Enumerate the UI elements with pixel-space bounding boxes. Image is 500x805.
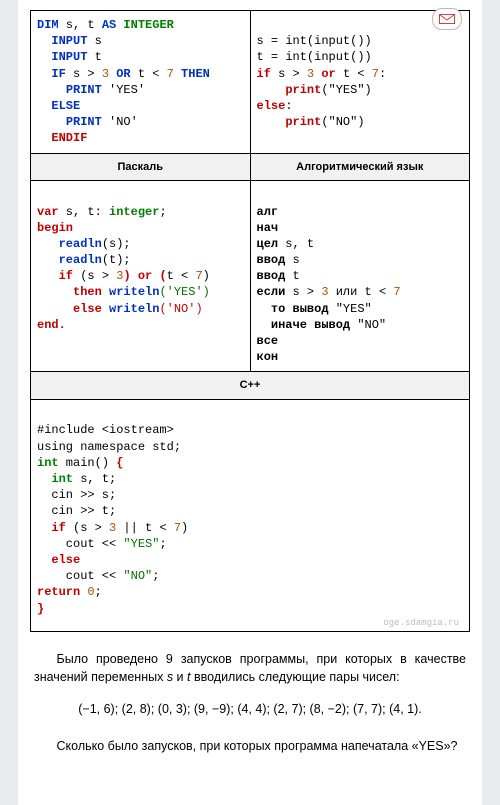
watermark: oge.sdamgia.ru <box>37 617 463 631</box>
code-cell-python: s = int(input()) t = int(input()) if s >… <box>250 11 470 154</box>
input-pairs: (−1, 6); (2, 8); (0, 3); (9, −9); (4, 4)… <box>34 700 466 719</box>
code-cell-basic: DIM s, t AS INTEGER INPUT s INPUT t IF s… <box>31 11 251 154</box>
header-algo: Алгоритмический язык <box>250 153 470 181</box>
header-pascal: Паскаль <box>31 153 251 181</box>
header-cpp: C++ <box>31 372 470 400</box>
code-table: DIM s, t AS INTEGER INPUT s INPUT t IF s… <box>30 10 470 632</box>
problem-text-2: Сколько было запусков, при которых прогр… <box>34 737 466 755</box>
code-cell-pascal: var s, t: integer; begin readln(s); read… <box>31 181 251 372</box>
code-cell-cpp: #include <iostream> using namespace std;… <box>31 400 470 632</box>
mail-icon <box>439 14 455 24</box>
code-cell-algo: алг нач цел s, t ввод s ввод t если s > … <box>250 181 470 372</box>
problem-text-1: Было проведено 9 запусков программы, при… <box>34 650 466 686</box>
report-error-button[interactable] <box>432 8 462 30</box>
document-page: DIM s, t AS INTEGER INPUT s INPUT t IF s… <box>18 0 482 805</box>
